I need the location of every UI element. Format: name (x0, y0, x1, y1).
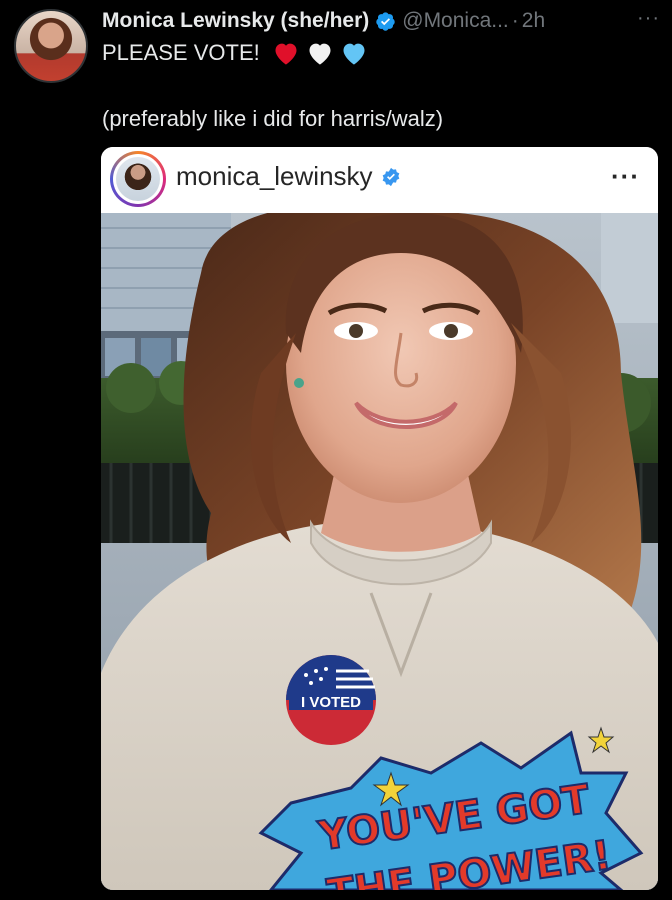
tweet-time[interactable]: 2h (522, 9, 545, 33)
instagram-verified-icon (381, 167, 401, 187)
author-avatar[interactable] (14, 9, 88, 83)
tweet-text: PLEASE VOTE! (102, 40, 260, 65)
selfie-illustration: I VOTED YOU'VE GOT THE POWER! (101, 213, 658, 890)
i-voted-sticker: I VOTED (286, 655, 376, 745)
tweet-text-line1: PLEASE VOTE! (102, 40, 368, 66)
verified-badge-icon (375, 11, 396, 32)
author-name[interactable]: Monica Lewinsky (she/her) (102, 9, 369, 33)
separator-dot: · (511, 9, 519, 32)
tweet-text-line2: (preferably like i did for harris/walz) (102, 106, 444, 131)
instagram-username[interactable]: monica_lewinsky (176, 161, 373, 192)
blue-heart-icon (343, 43, 365, 65)
more-options-icon[interactable]: ··· (637, 7, 660, 30)
hearts-emoji-group (272, 40, 368, 66)
post-photo[interactable]: I VOTED YOU'VE GOT THE POWER! (101, 213, 658, 890)
tweet-header: Monica Lewinsky (she/her) @Monica... · 2… (102, 7, 662, 35)
author-handle[interactable]: @Monica... (402, 9, 509, 33)
instagram-more-icon[interactable]: ··· (611, 161, 640, 192)
sticker-text: I VOTED (301, 694, 361, 711)
instagram-username-row: monica_lewinsky (176, 161, 401, 192)
embedded-instagram-post[interactable]: monica_lewinsky ··· I VOTED YOU'VE GOT T… (101, 147, 658, 890)
white-heart-icon (309, 43, 331, 65)
instagram-post-header: monica_lewinsky ··· (101, 147, 658, 213)
red-heart-icon (275, 43, 297, 65)
instagram-avatar[interactable] (110, 151, 166, 207)
